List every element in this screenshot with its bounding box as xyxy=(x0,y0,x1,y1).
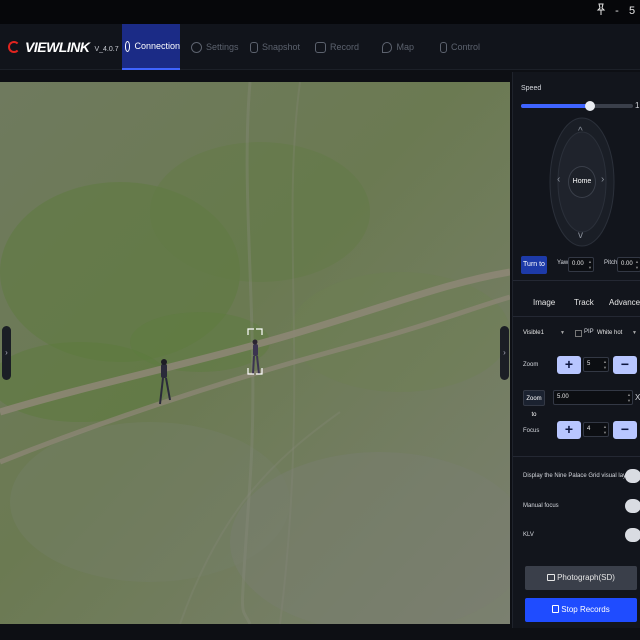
brand-version: V_4.0.7 xyxy=(94,45,119,53)
klv-label: KLV xyxy=(523,532,534,538)
focus-value: 4 xyxy=(587,426,591,432)
turn-to-button[interactable]: Turn to xyxy=(521,256,547,274)
zoom-in-button[interactable]: + xyxy=(557,356,581,374)
zoom-label: Zoom xyxy=(523,362,539,368)
speed-slider-knob[interactable] xyxy=(585,101,596,111)
zoom-value: 5 xyxy=(587,361,591,367)
tab-connection-label: Connection xyxy=(134,41,180,51)
tab-record[interactable]: Record xyxy=(315,24,359,70)
dpad-right-icon[interactable]: › xyxy=(601,174,604,185)
klv-toggle[interactable] xyxy=(625,528,640,542)
zoom-to-button[interactable]: Zoom to xyxy=(523,390,545,418)
tab-connection[interactable]: Connection xyxy=(122,24,180,70)
record-icon xyxy=(552,605,560,613)
restore-button[interactable]: 5 xyxy=(625,3,639,19)
map-pin-icon xyxy=(382,41,393,53)
logo-mark-icon xyxy=(8,41,20,53)
yaw-spinner-icon[interactable]: ▲ ▼ xyxy=(588,259,592,271)
divider xyxy=(513,456,640,457)
chevron-down-icon: ▼ xyxy=(632,330,637,336)
top-nav: VIEWLINK V_4.0.7 Connection Settings Sna… xyxy=(0,24,640,70)
tab-map-label: Map xyxy=(396,42,414,52)
camera-icon xyxy=(547,574,556,581)
pitch-spinner-icon[interactable]: ▲ ▼ xyxy=(635,259,639,271)
palette-value: White hot xyxy=(597,330,623,336)
divider xyxy=(513,316,640,317)
dpad-up-icon[interactable]: ^ xyxy=(578,126,583,137)
snapshot-icon xyxy=(250,41,258,53)
pitch-label: Pitch xyxy=(604,260,618,266)
zoom-input[interactable]: 5 ▲ ▼ xyxy=(583,357,609,372)
tab-map[interactable]: Map xyxy=(382,24,414,70)
zoom-out-button[interactable]: − xyxy=(613,356,637,374)
tab-record-label: Record xyxy=(329,42,359,52)
focus-in-button[interactable]: + xyxy=(557,421,581,439)
focus-label: Focus xyxy=(523,428,540,434)
tab-snapshot[interactable]: Snapshot xyxy=(250,24,300,70)
zoom-unit: X xyxy=(635,393,640,402)
subtab-image[interactable]: Image xyxy=(533,298,555,307)
pip-checkbox[interactable] xyxy=(575,330,582,337)
dpad-down-icon[interactable]: v xyxy=(578,230,583,241)
yaw-label: Yaw xyxy=(557,260,569,266)
tab-settings[interactable]: Settings xyxy=(191,24,241,70)
gimbal-dpad[interactable]: ^ v ‹ › Home xyxy=(549,116,615,248)
yaw-input[interactable]: 0.00 ▲ ▼ xyxy=(568,257,594,272)
minimize-button[interactable]: - xyxy=(610,3,624,19)
dpad-left-icon[interactable]: ‹ xyxy=(557,174,560,185)
left-collapse-handle[interactable]: › xyxy=(2,326,11,380)
connection-icon xyxy=(125,40,131,52)
focus-input[interactable]: 4 ▲ ▼ xyxy=(583,422,609,437)
divider xyxy=(513,280,640,281)
photograph-button[interactable]: Photograph(SD) xyxy=(525,566,637,590)
video-source-select[interactable]: Visible1 ▼ xyxy=(523,326,567,341)
manual-focus-toggle[interactable] xyxy=(625,499,640,513)
focus-out-button[interactable]: − xyxy=(613,421,637,439)
home-button[interactable]: Home xyxy=(568,166,596,198)
stop-records-button[interactable]: Stop Records xyxy=(525,598,637,622)
record-icon xyxy=(315,41,326,53)
nine-grid-label: Display the Nine Palace Grid visual laye… xyxy=(523,473,632,479)
viewlink-logo: VIEWLINK V_4.0.7 xyxy=(8,37,119,57)
pip-label: PIP xyxy=(584,329,594,335)
tab-control-label: Control xyxy=(450,42,480,52)
settings-gear-icon xyxy=(191,41,202,53)
manual-focus-label: Manual focus xyxy=(523,503,559,509)
palette-select[interactable]: White hot ▼ xyxy=(597,326,639,341)
right-collapse-handle[interactable]: › xyxy=(500,326,509,380)
speed-slider-fill xyxy=(521,104,591,108)
control-panel: Speed 1 ^ v ‹ › Home Turn to Yaw 0.00 ▲ ▼… xyxy=(512,72,640,628)
subtab-track[interactable]: Track xyxy=(574,298,594,307)
pin-icon[interactable] xyxy=(594,3,608,19)
pitch-input[interactable]: 0.00 ▲ ▼ xyxy=(617,257,640,272)
speed-value: 1 xyxy=(635,101,640,110)
tab-snapshot-label: Snapshot xyxy=(261,42,300,52)
zoom-to-input[interactable]: 5.00 ▲ ▼ xyxy=(553,390,633,405)
speed-label: Speed xyxy=(521,85,542,92)
zoom-to-spinner-icon[interactable]: ▲ ▼ xyxy=(627,392,631,404)
control-icon xyxy=(440,41,447,53)
brand-name: VIEWLINK xyxy=(25,39,90,55)
video-source-value: Visible1 xyxy=(523,330,544,336)
yaw-value: 0.00 xyxy=(572,261,584,267)
photograph-label: Photograph(SD) xyxy=(557,573,615,582)
viewlink-app: - 5 VIEWLINK V_4.0.7 Connection Settings… xyxy=(0,0,640,640)
window-title-bar: - 5 xyxy=(0,0,640,24)
stop-records-label: Stop Records xyxy=(561,605,610,614)
tab-control[interactable]: Control xyxy=(440,24,480,70)
zoom-spinner-icon[interactable]: ▲ ▼ xyxy=(603,359,607,371)
nine-grid-toggle[interactable] xyxy=(625,469,640,483)
speed-slider[interactable] xyxy=(521,101,633,111)
pitch-value: 0.00 xyxy=(621,261,633,267)
zoom-to-value: 5.00 xyxy=(557,394,569,400)
tab-settings-label: Settings xyxy=(206,42,239,52)
chevron-down-icon: ▼ xyxy=(560,330,565,336)
focus-spinner-icon[interactable]: ▲ ▼ xyxy=(603,424,607,436)
video-feed[interactable] xyxy=(0,82,510,624)
subtab-advanced[interactable]: Advanced xyxy=(609,298,640,307)
aerial-field-image xyxy=(0,82,510,624)
